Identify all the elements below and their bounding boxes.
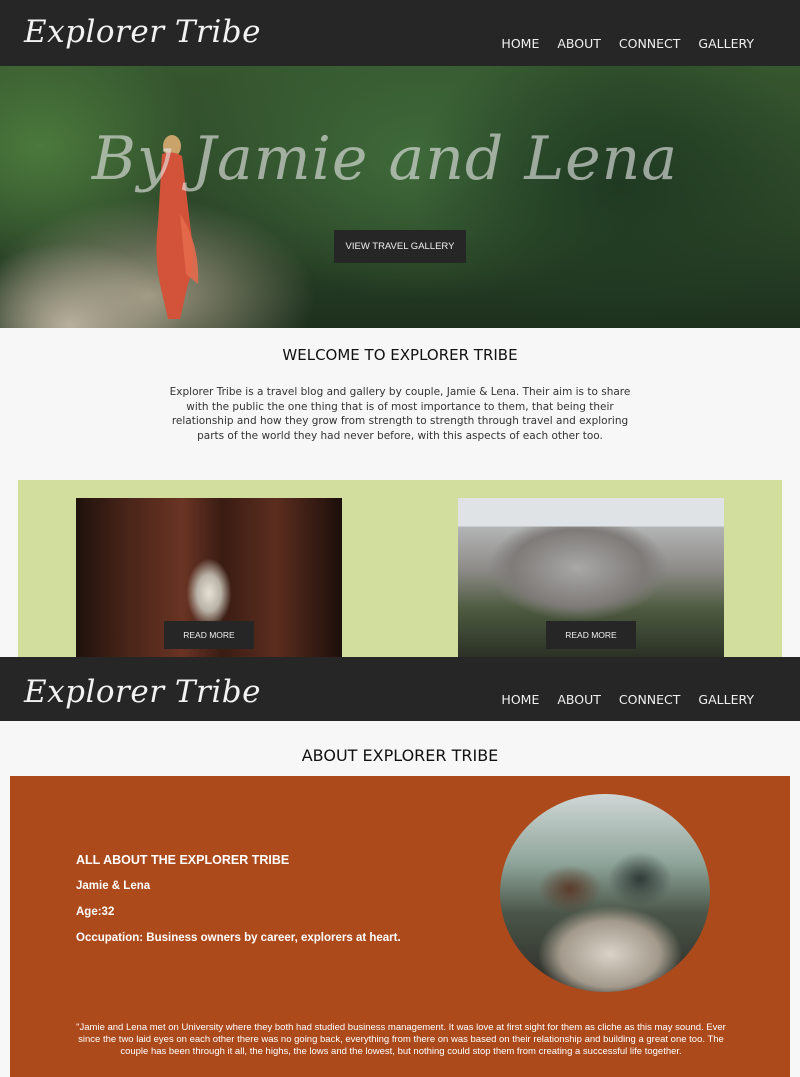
card-image-alley[interactable]: READ MORE <box>76 498 342 657</box>
about-section: ALL ABOUT THE EXPLORER TRIBE Jamie & Len… <box>10 776 790 1077</box>
read-more-button[interactable]: READ MORE <box>164 621 254 649</box>
nav-about-link[interactable]: ABOUT <box>557 36 601 51</box>
main-nav: HOME ABOUT CONNECT GALLERY <box>501 692 754 707</box>
site-logo[interactable]: Explorer Tribe <box>24 14 261 50</box>
nav-home-link[interactable]: HOME <box>501 692 539 707</box>
welcome-text: Explorer Tribe is a travel blog and gall… <box>169 386 631 442</box>
nav-connect-link[interactable]: CONNECT <box>619 36 681 51</box>
hero-title: By Jamie and Lena <box>91 124 679 194</box>
site-logo[interactable]: Explorer Tribe <box>24 674 261 710</box>
featured-posts-strip: READ MORE READ MORE <box>18 480 782 660</box>
top-navbar: Explorer Tribe HOME ABOUT CONNECT GALLER… <box>0 0 800 66</box>
about-age: Age:32 <box>76 906 115 918</box>
nav-about-link[interactable]: ABOUT <box>557 692 601 707</box>
about-heading: ALL ABOUT THE EXPLORER TRIBE <box>76 853 290 867</box>
couple-photo <box>500 794 710 992</box>
nav-home-link[interactable]: HOME <box>501 36 539 51</box>
about-occupation: Occupation: Business owners by career, e… <box>76 932 401 944</box>
nav-connect-link[interactable]: CONNECT <box>619 692 681 707</box>
about-title: ABOUT EXPLORER TRIBE <box>301 746 499 765</box>
welcome-title: WELCOME TO EXPLORER TRIBE <box>282 346 518 364</box>
about-page-navbar: Explorer Tribe HOME ABOUT CONNECT GALLER… <box>0 657 800 721</box>
card-image-mountains[interactable]: READ MORE <box>458 498 724 657</box>
main-nav: HOME ABOUT CONNECT GALLERY <box>501 36 754 51</box>
about-names: Jamie & Lena <box>76 880 151 892</box>
hero-banner: By Jamie and Lena VIEW TRAVEL GALLERY <box>0 66 800 328</box>
nav-gallery-link[interactable]: GALLERY <box>698 36 754 51</box>
nav-gallery-link[interactable]: GALLERY <box>698 692 754 707</box>
read-more-button[interactable]: READ MORE <box>546 621 636 649</box>
about-story-paragraph: "Jamie and Lena met on University where … <box>76 1022 726 1057</box>
view-travel-gallery-button[interactable]: VIEW TRAVEL GALLERY <box>334 230 466 263</box>
